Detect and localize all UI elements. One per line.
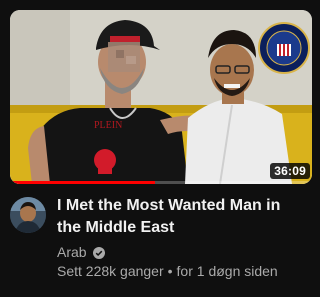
video-metadata: Sett 228k ganger • for 1 døgn siden	[57, 263, 278, 279]
channel-avatar[interactable]	[10, 197, 46, 233]
video-thumbnail[interactable]: PLEIN 36:09	[10, 10, 312, 184]
upload-age: for 1 døgn siden	[176, 263, 278, 279]
video-title-line-1: I Met the Most Wanted Man in	[57, 197, 281, 214]
watch-progress-fill	[10, 181, 155, 184]
svg-text:PLEIN: PLEIN	[94, 120, 122, 131]
view-count: Sett 228k ganger	[57, 263, 164, 279]
channel-name: Arab	[57, 244, 87, 260]
watch-progress-bar	[10, 181, 312, 184]
video-card[interactable]: PLEIN 36:09 I Met the Most Wanted Man in…	[0, 0, 312, 297]
duration-badge: 36:09	[270, 163, 310, 179]
thumbnail-image: PLEIN	[10, 10, 312, 184]
video-title-line-2: the Middle East	[57, 219, 175, 236]
verified-check-icon	[92, 246, 105, 259]
meta-separator: •	[167, 263, 173, 279]
avatar-image	[10, 197, 46, 233]
video-title[interactable]: I Met the Most Wanted Man in the Middle …	[57, 195, 302, 239]
channel-link[interactable]: Arab	[57, 243, 105, 261]
